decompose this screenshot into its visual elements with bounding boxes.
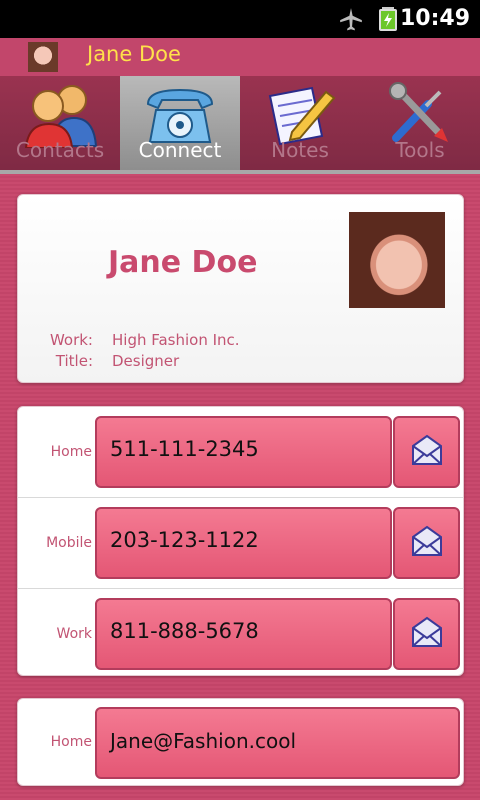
tab-label: Contacts	[15, 138, 105, 162]
call-mobile-button[interactable]: 203-123-1122	[95, 507, 392, 579]
contact-avatar-icon	[28, 42, 58, 72]
phone-type-label: Home	[50, 444, 92, 460]
envelope-icon	[412, 434, 442, 465]
profile-card: Jane Doe Work: High Fashion Inc. Title: …	[17, 194, 464, 383]
title-label: Title:	[55, 352, 93, 370]
tab-connect[interactable]: Connect	[120, 76, 240, 170]
message-home-button[interactable]	[393, 416, 460, 488]
battery-charging-icon	[379, 7, 397, 31]
phone-number: 811-888-5678	[110, 619, 259, 643]
phone-row-work: Work 811-888-5678	[18, 589, 463, 679]
tab-label: Connect	[138, 138, 222, 162]
tab-label: Notes	[271, 138, 329, 162]
tab-bar: Contacts Connect Notes Tools	[0, 76, 480, 170]
page-title: Jane Doe	[87, 42, 181, 66]
title-value: Designer	[112, 352, 180, 370]
tab-contacts[interactable]: Contacts	[0, 76, 120, 170]
contact-photo[interactable]	[349, 212, 445, 308]
send-email-button[interactable]: Jane@Fashion.cool	[95, 707, 460, 779]
envelope-icon	[412, 616, 442, 647]
status-bar: 10:49	[0, 0, 480, 38]
message-work-button[interactable]	[393, 598, 460, 670]
clock: 10:49	[399, 6, 470, 31]
tab-divider	[0, 170, 480, 174]
airplane-mode-icon	[340, 8, 362, 31]
message-mobile-button[interactable]	[393, 507, 460, 579]
envelope-icon	[412, 525, 442, 556]
tab-label: Tools	[395, 138, 445, 162]
call-work-button[interactable]: 811-888-5678	[95, 598, 392, 670]
phone-row-home: Home 511-111-2345	[18, 407, 463, 498]
email-type-label: Home	[50, 734, 92, 750]
phone-number: 203-123-1122	[110, 528, 259, 552]
email-address: Jane@Fashion.cool	[110, 729, 297, 753]
phone-type-label: Work	[56, 626, 92, 642]
tab-notes[interactable]: Notes	[240, 76, 360, 170]
phone-row-mobile: Mobile 203-123-1122	[18, 498, 463, 589]
phone-type-label: Mobile	[46, 535, 92, 551]
work-value: High Fashion Inc.	[112, 331, 240, 349]
contact-name: Jane Doe	[108, 245, 258, 280]
email-card: Home Jane@Fashion.cool	[17, 698, 464, 786]
title-bar: Jane Doe	[0, 38, 480, 76]
call-home-button[interactable]: 511-111-2345	[95, 416, 392, 488]
work-label: Work:	[49, 331, 93, 349]
tab-tools[interactable]: Tools	[360, 76, 480, 170]
phones-card: Home 511-111-2345 Mobile 203-123-1122 Wo…	[17, 406, 464, 676]
phone-number: 511-111-2345	[110, 437, 259, 461]
